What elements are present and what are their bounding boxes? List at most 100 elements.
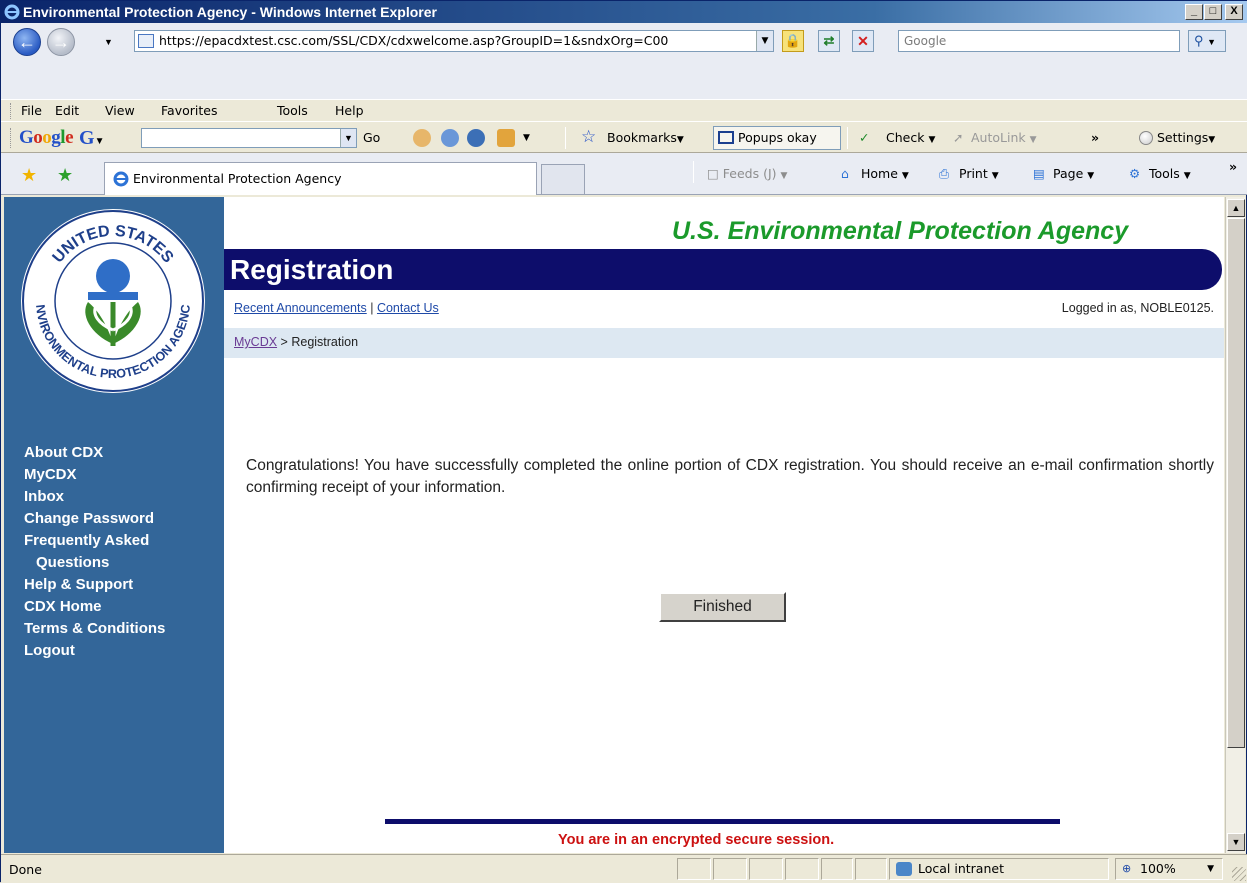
separator	[693, 161, 694, 183]
refresh-icon[interactable]: ⇄	[818, 30, 840, 52]
globe-icon[interactable]	[467, 129, 485, 147]
home-button[interactable]: Home ▼	[861, 166, 909, 181]
separator	[565, 127, 566, 149]
recent-announcements-link[interactable]: Recent Announcements	[234, 301, 367, 315]
browser-window: Environmental Protection Agency - Window…	[0, 0, 1247, 883]
popups-okay-button[interactable]: Popups okay	[713, 126, 841, 150]
print-button[interactable]: Print ▼	[959, 166, 999, 181]
pagerank-icon[interactable]	[413, 129, 431, 147]
google-search-dropdown-icon[interactable]: ▼	[340, 129, 356, 147]
page-icon	[138, 34, 154, 48]
breadcrumb-current: Registration	[291, 335, 359, 349]
minimize-button[interactable]: _	[1185, 4, 1203, 20]
menu-tools[interactable]: Tools	[277, 103, 308, 118]
page-menu-button[interactable]: Page ▼	[1053, 166, 1094, 181]
close-button[interactable]: X	[1225, 4, 1243, 20]
zoom-control[interactable]: ⊕ 100% ▼	[1115, 858, 1223, 880]
nav-faq[interactable]: Frequently Asked	[24, 530, 165, 552]
nav-change-password[interactable]: Change Password	[24, 508, 165, 530]
menu-file[interactable]: File	[21, 103, 42, 118]
toolbar-more-icon[interactable]: »	[1091, 130, 1099, 145]
tools-menu-button[interactable]: Tools ▼	[1149, 166, 1191, 181]
history-dropdown-icon[interactable]: ▼	[104, 37, 113, 47]
google-go-button[interactable]: Go	[363, 130, 380, 145]
nav-logout[interactable]: Logout	[24, 640, 165, 662]
scroll-up-arrow-icon[interactable]: ▲	[1227, 199, 1245, 217]
nav-terms-conditions[interactable]: Terms & Conditions	[24, 618, 165, 640]
separator	[847, 127, 848, 149]
search-input[interactable]: Google	[898, 30, 1180, 52]
stop-icon[interactable]: ✕	[852, 30, 874, 52]
highlight-icon[interactable]	[497, 129, 515, 147]
google-logo[interactable]: Google	[19, 127, 73, 149]
zoom-icon: ⊕	[1122, 862, 1132, 875]
settings-button[interactable]: Settings▼	[1157, 130, 1215, 145]
command-more-icon[interactable]: »	[1229, 159, 1237, 174]
page-title: Registration	[230, 254, 394, 285]
scroll-down-arrow-icon[interactable]: ▼	[1227, 833, 1245, 851]
back-button[interactable]: ←	[13, 28, 41, 56]
status-cell	[855, 858, 887, 880]
menu-view[interactable]: View	[105, 103, 135, 118]
feeds-button[interactable]: □ Feeds (J) ▼	[707, 166, 787, 181]
address-field[interactable]: https://epacdxtest.csc.com/SSL/CDX/cdxwe…	[134, 30, 774, 52]
nav-mycdx[interactable]: MyCDX	[24, 464, 165, 486]
breadcrumb-mycdx-link[interactable]: MyCDX	[234, 335, 277, 349]
google-search-input[interactable]: ▼	[141, 128, 357, 148]
secure-session-notice: You are in an encrypted secure session.	[558, 832, 835, 848]
autolink-button[interactable]: AutoLink ▼	[971, 130, 1037, 145]
tab-environmental-protection-agency[interactable]: Environmental Protection Agency	[104, 162, 537, 195]
menu-help[interactable]: Help	[335, 103, 364, 118]
status-cell	[713, 858, 747, 880]
nav-help-support[interactable]: Help & Support	[24, 574, 165, 596]
google-toolbar: Google G▼ ▼ Go ▼ ☆ Bookmarks▼ Popups oka…	[1, 121, 1247, 153]
local-intranet-icon	[896, 862, 912, 876]
page-viewport: UNITED STATES ENVIRONMENTAL PROTECTION A…	[4, 197, 1224, 853]
menu-edit[interactable]: Edit	[55, 103, 79, 118]
security-zone[interactable]: Local intranet	[889, 858, 1109, 880]
page-icon[interactable]: ▤	[1033, 166, 1045, 181]
status-cell	[749, 858, 783, 880]
forward-arrow-icon: →	[52, 32, 70, 52]
forward-button[interactable]: →	[47, 28, 75, 56]
contact-us-link[interactable]: Contact Us	[377, 301, 439, 315]
breadcrumb: MyCDX > Registration	[234, 335, 358, 349]
google-g-icon[interactable]: G▼	[79, 128, 111, 148]
nav-faq-questions[interactable]: Questions	[24, 552, 165, 574]
highlight-dropdown-icon[interactable]: ▼	[523, 133, 530, 143]
check-button[interactable]: Check ▼	[886, 130, 935, 145]
left-navigation: UNITED STATES ENVIRONMENTAL PROTECTION A…	[4, 197, 224, 853]
address-dropdown-icon[interactable]: ▼	[756, 31, 773, 51]
find-icon[interactable]	[441, 129, 459, 147]
print-icon[interactable]: ⎙	[939, 166, 949, 182]
top-links: Recent Announcements | Contact Us	[234, 301, 439, 315]
search-icon: ⚲	[1194, 33, 1204, 48]
bookmarks-button[interactable]: Bookmarks▼	[607, 130, 684, 145]
popups-label: Popups okay	[738, 130, 817, 145]
gear-icon[interactable]: ⚙	[1129, 166, 1140, 181]
search-button[interactable]: ⚲ ▼	[1188, 30, 1226, 52]
nav-cdx-home[interactable]: CDX Home	[24, 596, 165, 618]
add-favorites-icon[interactable]: ★	[57, 165, 73, 186]
address-url[interactable]: https://epacdxtest.csc.com/SSL/CDX/cdxwe…	[159, 31, 749, 51]
new-tab-button[interactable]	[541, 164, 585, 194]
lock-icon[interactable]: 🔒	[782, 30, 804, 52]
scroll-thumb[interactable]	[1227, 218, 1245, 748]
internet-explorer-icon	[113, 171, 129, 187]
toolbar-grip	[10, 128, 13, 148]
menu-favorites[interactable]: Favorites	[161, 103, 217, 118]
nav-about-cdx[interactable]: About CDX	[24, 442, 165, 464]
resize-grip-icon[interactable]	[1232, 867, 1246, 881]
maximize-button[interactable]: □	[1204, 4, 1222, 20]
title-bar[interactable]: Environmental Protection Agency - Window…	[1, 1, 1247, 23]
nav-inbox[interactable]: Inbox	[24, 486, 165, 508]
menu-bar: File Edit View Favorites Tools Help	[1, 99, 1247, 121]
vertical-scrollbar[interactable]: ▲ ▼	[1225, 197, 1245, 853]
zoom-level: 100%	[1140, 861, 1176, 876]
logged-in-user: Logged in as, NOBLE0125.	[1061, 301, 1214, 315]
zoom-dropdown-icon[interactable]: ▼	[1207, 859, 1214, 879]
favorites-center-icon[interactable]: ★	[21, 165, 37, 186]
finished-button[interactable]: Finished	[659, 592, 786, 622]
zone-label: Local intranet	[918, 861, 1004, 876]
home-icon[interactable]: ⌂	[841, 166, 849, 181]
